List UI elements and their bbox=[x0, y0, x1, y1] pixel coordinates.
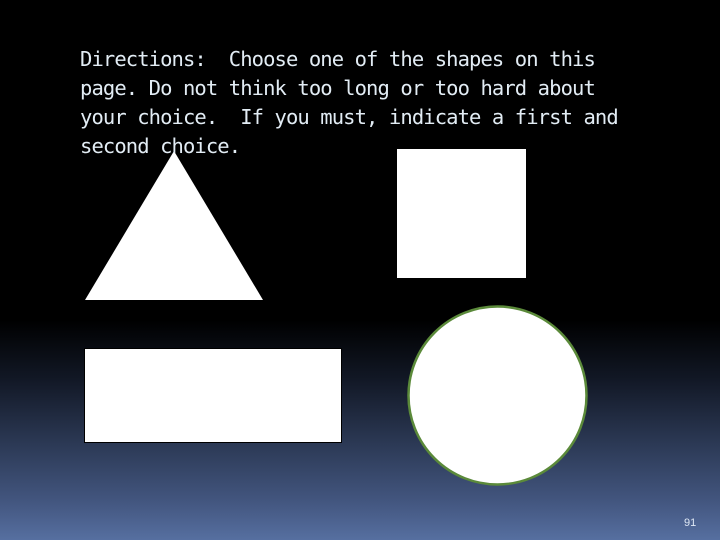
triangle-shape[interactable] bbox=[85, 151, 263, 300]
directions-line: your choice. If you must, indicate a fir… bbox=[80, 105, 619, 129]
directions-line: page. Do not think too long or too hard … bbox=[80, 76, 596, 100]
square-shape[interactable] bbox=[397, 149, 526, 278]
directions-text: Directions: Choose one of the shapes on … bbox=[80, 45, 680, 161]
slide: Directions: Choose one of the shapes on … bbox=[0, 0, 720, 540]
circle-shape[interactable] bbox=[407, 305, 588, 486]
directions-line: second choice. bbox=[80, 134, 241, 158]
rectangle-shape[interactable] bbox=[84, 348, 342, 443]
directions-line: Directions: Choose one of the shapes on … bbox=[80, 47, 596, 71]
